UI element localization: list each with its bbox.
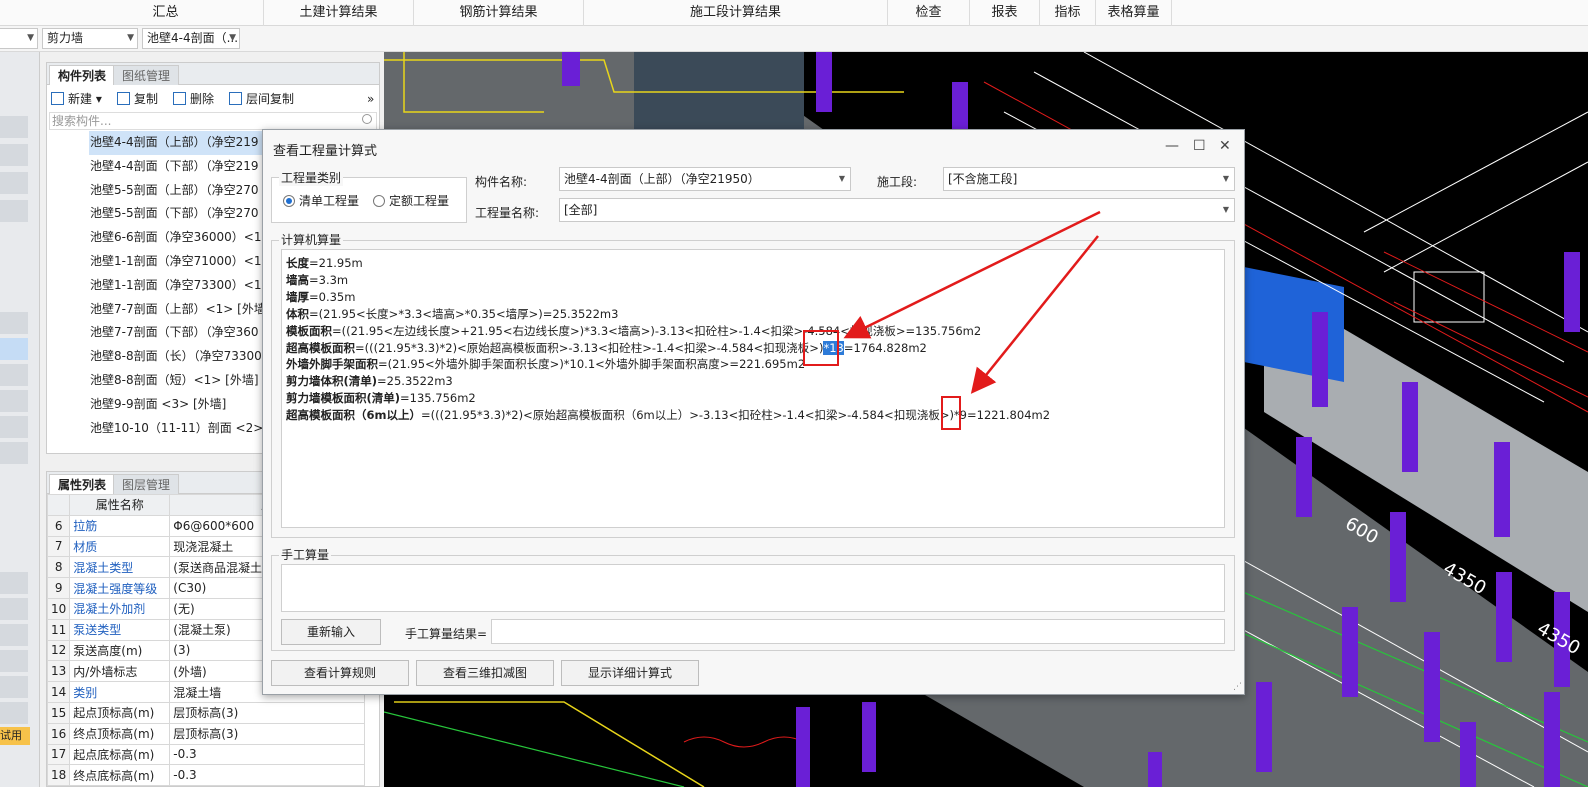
annotation-arrow — [843, 210, 1101, 339]
annotation-arrow — [970, 235, 1099, 394]
annotation-arrows — [843, 210, 1101, 394]
